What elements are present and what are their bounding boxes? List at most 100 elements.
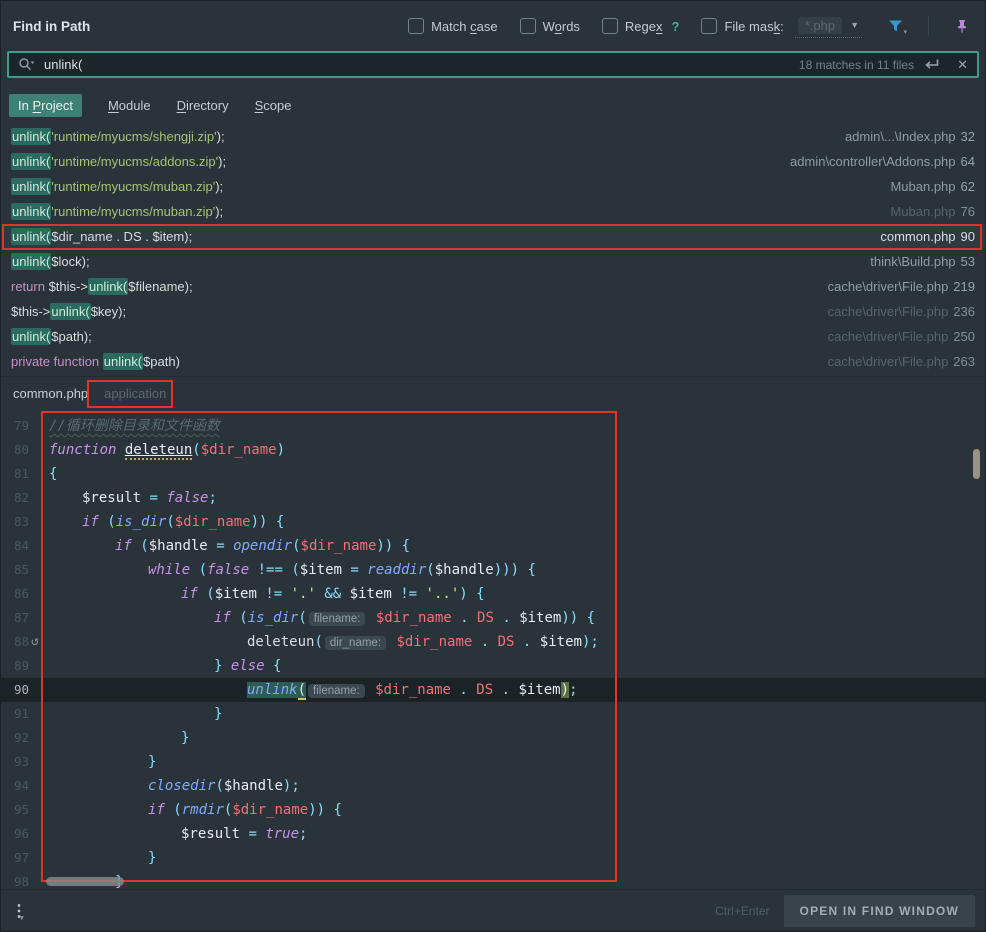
code-text: function deleteun($dir_name) — [41, 438, 285, 462]
preview-file-name[interactable]: common.php — [13, 386, 88, 401]
search-input[interactable]: unlink( 18 matches in 11 files ✕ — [7, 51, 979, 78]
result-file-location: admin\controller\Addons.php64 — [790, 154, 975, 169]
result-file-location: admin\...\Index.php32 — [845, 129, 975, 144]
code-text: while (false !== ($item = readdir($handl… — [41, 558, 536, 582]
file-mask-label: File mask: — [724, 19, 783, 34]
checkbox-file-mask[interactable]: File mask: *.php ▼ — [701, 15, 862, 38]
match-count-label: 18 matches in 11 files — [799, 58, 914, 72]
result-code-text: unlink('runtime/myucms/muban.zip'); — [11, 204, 223, 219]
pin-icon — [955, 19, 969, 34]
result-line-number: 263 — [953, 354, 975, 369]
result-code-text: unlink('runtime/myucms/addons.zip'); — [11, 154, 226, 169]
filter-button[interactable]: ▾ — [884, 15, 906, 37]
code-text: } — [41, 702, 222, 726]
match-highlight: unlink( — [11, 328, 51, 345]
open-in-find-window-button[interactable]: OPEN IN FIND WINDOW — [784, 895, 975, 927]
code-preview-editor[interactable]: 79//循环删除目录和文件函数80function deleteun($dir_… — [1, 409, 985, 891]
code-line-85: 85while (false !== ($item = readdir($han… — [1, 558, 985, 582]
result-row[interactable]: unlink('runtime/myucms/muban.zip'); Muban… — [1, 174, 985, 199]
match-highlight: unlink( — [103, 353, 143, 370]
code-text: if (is_dir(filename: $dir_name . DS . $i… — [41, 606, 595, 630]
code-line-81: 81{ — [1, 462, 985, 486]
line-number: 83 — [1, 510, 41, 534]
code-text: if (is_dir($dir_name)) { — [41, 510, 284, 534]
code-text: if ($item != '.' && $item != '..') { — [41, 582, 485, 606]
code-line-95: 95if (rmdir($dir_name)) { — [1, 798, 985, 822]
result-code-text: unlink('runtime/myucms/muban.zip'); — [11, 179, 223, 194]
result-file-location: cache\driver\File.php219 — [828, 279, 975, 294]
result-code-text: unlink($dir_name . DS . $item); — [11, 229, 192, 244]
match-highlight: unlink( — [11, 253, 51, 270]
search-icon — [18, 57, 35, 72]
checkbox-words[interactable]: Words — [520, 18, 580, 34]
match-highlight: unlink( — [88, 278, 128, 295]
result-line-number: 62 — [961, 179, 975, 194]
code-text: } — [41, 846, 156, 870]
file-mask-dropdown-arrow-icon[interactable]: ▼ — [850, 20, 859, 30]
result-file-location: Muban.php62 — [890, 179, 975, 194]
recursive-call-icon: ↺ — [31, 630, 39, 654]
result-row[interactable]: unlink($path);cache\driver\File.php250 — [1, 324, 985, 349]
filter-dropdown-arrow-icon: ▾ — [903, 28, 907, 36]
code-line-88: ↺88deleteun(dir_name: $dir_name . DS . $… — [1, 630, 985, 654]
result-row[interactable]: unlink('runtime/myucms/shengji.zip'); adm… — [1, 124, 985, 149]
result-code-text: private function unlink($path) — [11, 354, 180, 369]
checkbox-regex[interactable]: Regex? — [602, 18, 680, 34]
result-code-text: unlink('runtime/myucms/shengji.zip'); — [11, 129, 225, 144]
result-row[interactable]: unlink('runtime/myucms/muban.zip');Muban… — [1, 199, 985, 224]
result-row[interactable]: $this->unlink($key);cache\driver\File.ph… — [1, 299, 985, 324]
checkbox-match-case[interactable]: Match case — [408, 18, 497, 34]
preview-tab-bar: common.php application — [1, 376, 985, 409]
vertical-scrollbar-thumb[interactable] — [973, 449, 980, 479]
scope-tab-directory[interactable]: Directory — [177, 98, 229, 113]
result-line-number: 64 — [961, 154, 975, 169]
close-icon[interactable]: ✕ — [957, 58, 968, 71]
filter-funnel-icon — [888, 19, 903, 33]
match-case-checkbox-box[interactable] — [408, 18, 424, 34]
code-text: if ($handle = opendir($dir_name)) { — [41, 534, 410, 558]
scope-tab-in-project[interactable]: In Project — [9, 94, 82, 117]
words-checkbox-box[interactable] — [520, 18, 536, 34]
enter-arrow-icon — [923, 58, 940, 71]
result-file-path: common.php — [880, 229, 955, 244]
code-line-91: 91} — [1, 702, 985, 726]
regex-checkbox-box[interactable] — [602, 18, 618, 34]
line-number: 94 — [1, 774, 41, 798]
result-row[interactable]: return $this->unlink($filename);cache\dr… — [1, 274, 985, 299]
code-text: if (rmdir($dir_name)) { — [41, 798, 342, 822]
regex-help-icon[interactable]: ? — [672, 19, 680, 34]
match-highlight: unlink( — [11, 203, 51, 220]
scope-tab-module[interactable]: Module — [108, 98, 151, 113]
result-file-path: think\Build.php — [870, 254, 955, 269]
file-mask-value: *.php — [798, 17, 842, 34]
line-number: 79 — [1, 414, 41, 438]
scope-tab-scope[interactable]: Scope — [255, 98, 292, 113]
result-row[interactable]: private function unlink($path)cache\driv… — [1, 349, 985, 374]
result-line-number: 236 — [953, 304, 975, 319]
code-text: } else { — [41, 654, 281, 678]
code-line-96: 96$result = true; — [1, 822, 985, 846]
more-options-button[interactable]: ⋮▾ — [11, 901, 29, 921]
header-separator — [928, 16, 929, 36]
result-row[interactable]: unlink($dir_name . DS . $item); common.ph… — [1, 224, 985, 249]
line-number: 91 — [1, 702, 41, 726]
code-line-94: 94closedir($handle); — [1, 774, 985, 798]
code-line-97: 97} — [1, 846, 985, 870]
result-row[interactable]: unlink('runtime/myucms/addons.zip'); admi… — [1, 149, 985, 174]
file-mask-checkbox-box[interactable] — [701, 18, 717, 34]
dialog-title: Find in Path — [13, 19, 90, 34]
result-line-number: 219 — [953, 279, 975, 294]
horizontal-scrollbar-thumb[interactable] — [46, 877, 124, 886]
code-text: $result = false; — [41, 486, 217, 510]
code-line-82: 82$result = false; — [1, 486, 985, 510]
line-number: 97 — [1, 846, 41, 870]
code-text: { — [41, 462, 57, 486]
pin-button[interactable] — [951, 15, 973, 37]
code-text: } — [41, 726, 189, 750]
file-mask-combo[interactable]: *.php ▼ — [795, 15, 862, 38]
match-highlight: unlink( — [11, 178, 51, 195]
result-file-location: common.php90 — [880, 229, 975, 244]
line-number: 92 — [1, 726, 41, 750]
result-row[interactable]: unlink($lock);think\Build.php53 — [1, 249, 985, 274]
line-number: 86 — [1, 582, 41, 606]
